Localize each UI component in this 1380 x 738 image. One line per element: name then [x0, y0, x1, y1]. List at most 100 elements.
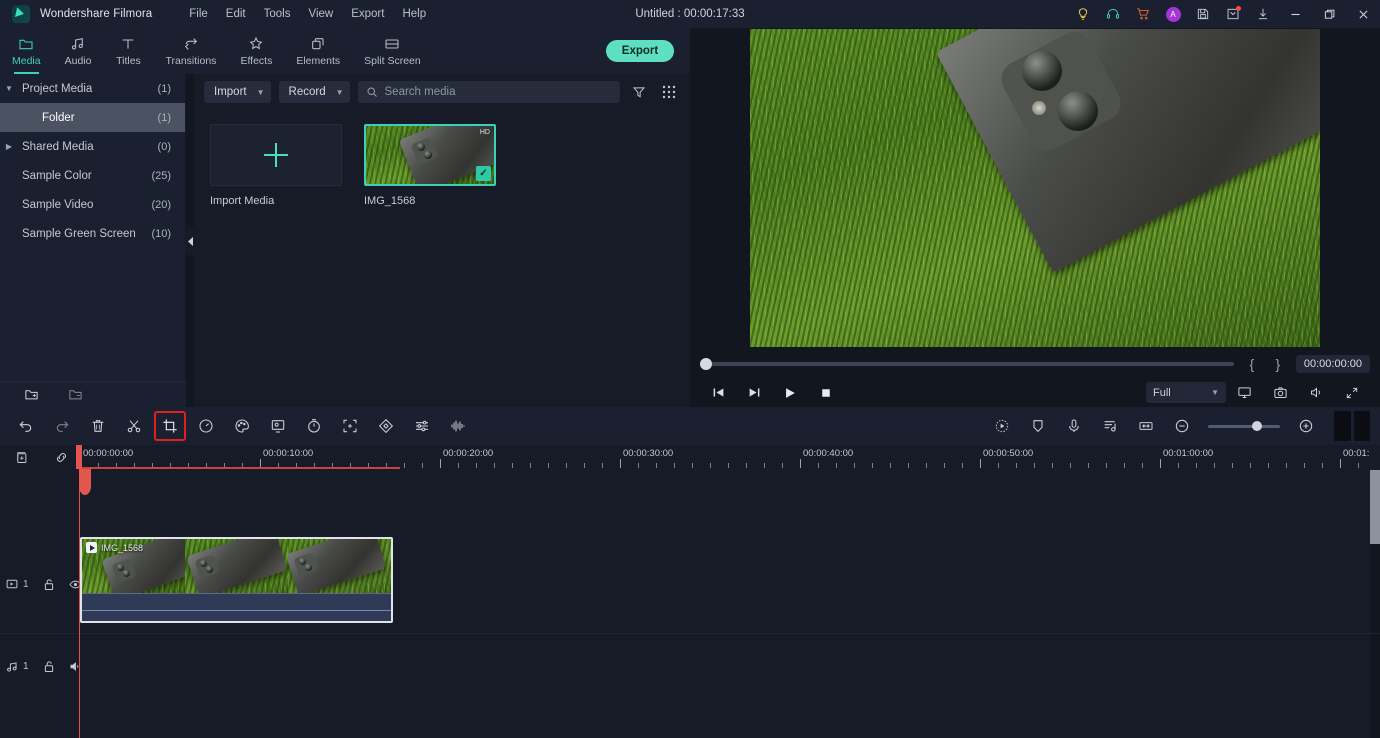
ruler-tick-minor [998, 463, 999, 468]
lightbulb-icon[interactable] [1068, 0, 1098, 28]
timeline-clip[interactable]: IMG_1568 [80, 537, 393, 623]
adjust-sliders-button[interactable] [406, 411, 438, 441]
search-input[interactable] [385, 86, 612, 98]
add-track-icon[interactable] [10, 447, 32, 469]
quality-select[interactable]: Full ▼ [1146, 382, 1226, 403]
timeline-scrollbar-thumb[interactable] [1370, 470, 1380, 544]
chevron-down-icon: ▼ [1211, 388, 1219, 397]
sidebar-collapse-handle[interactable] [186, 227, 194, 255]
ruler-tick-minor [1214, 463, 1215, 468]
chevron-down-icon[interactable]: ▼ [0, 84, 18, 93]
audio-waveform-button[interactable] [442, 411, 474, 441]
ruler-tick-minor [584, 463, 585, 468]
keyframe-button[interactable] [370, 411, 402, 441]
seek-handle[interactable] [700, 358, 712, 370]
export-button[interactable]: Export [606, 40, 674, 62]
next-frame-button[interactable] [736, 378, 772, 407]
cart-icon[interactable] [1128, 0, 1158, 28]
menu-item-export[interactable]: Export [342, 4, 393, 24]
close-button[interactable] [1346, 0, 1380, 28]
speed-button[interactable] [190, 411, 222, 441]
volume-icon[interactable] [1298, 378, 1334, 407]
play-button[interactable] [772, 378, 808, 407]
zoom-out-icon[interactable] [1166, 411, 1198, 441]
unlock-icon[interactable] [43, 660, 55, 673]
menu-item-file[interactable]: File [180, 4, 217, 24]
zoom-slider[interactable] [1208, 425, 1280, 428]
color-palette-button[interactable] [226, 411, 258, 441]
maximize-restore-button[interactable] [1312, 0, 1346, 28]
ruler-tick-minor [602, 463, 603, 468]
split-scissors-button[interactable] [118, 411, 150, 441]
tab-titles[interactable]: Titles [103, 28, 153, 74]
menu-item-tools[interactable]: Tools [255, 4, 300, 24]
chevron-right-icon[interactable]: ▶ [0, 142, 18, 151]
ruler-tick-minor [818, 463, 819, 468]
media-thumbnail[interactable]: HD ✓ [364, 124, 496, 186]
account-avatar[interactable]: A [1158, 0, 1188, 28]
zoom-slider-handle[interactable] [1252, 421, 1262, 431]
sidebar-bottom-toolbar [0, 381, 186, 407]
preview-timecode[interactable]: 00:00:00:00 [1296, 355, 1370, 373]
audio-track-header: 1 [0, 634, 80, 699]
undo-button[interactable] [10, 411, 42, 441]
menu-item-view[interactable]: View [299, 4, 342, 24]
sidebar-item-sample-video[interactable]: Sample Video (20) [0, 190, 185, 219]
tab-effects[interactable]: Effects [228, 28, 284, 74]
ruler-label: 00:00:30:00 [623, 448, 673, 459]
save-icon[interactable] [1188, 0, 1218, 28]
tab-split-screen[interactable]: Split Screen [352, 28, 433, 74]
playhead-handle[interactable] [79, 469, 91, 495]
seek-bar[interactable] [700, 362, 1234, 366]
video-preview[interactable] [750, 29, 1320, 347]
headset-icon[interactable] [1098, 0, 1128, 28]
voiceover-mic-button[interactable] [1058, 411, 1090, 441]
import-button[interactable]: Import ▼ [204, 81, 271, 103]
stabilization-button[interactable] [298, 411, 330, 441]
zoom-in-icon[interactable] [1290, 411, 1322, 441]
snapshot-camera-icon[interactable] [1262, 378, 1298, 407]
auto-reframe-button[interactable] [334, 411, 366, 441]
tab-elements[interactable]: Elements [284, 28, 352, 74]
tab-audio[interactable]: Audio [53, 28, 104, 74]
redo-button[interactable] [46, 411, 78, 441]
prev-frame-button[interactable] [700, 378, 736, 407]
download-icon[interactable] [1248, 0, 1278, 28]
grid-view-icon[interactable] [658, 81, 680, 103]
render-preview-button[interactable] [986, 411, 1018, 441]
audio-mixer-button[interactable] [1094, 411, 1126, 441]
remove-folder-icon[interactable] [64, 384, 86, 406]
crop-button[interactable] [154, 411, 186, 441]
plus-icon [264, 143, 288, 167]
stop-button[interactable] [808, 378, 844, 407]
screen-cast-icon[interactable] [1226, 378, 1262, 407]
funnel-filter-icon[interactable] [628, 81, 650, 103]
link-detach-icon[interactable] [50, 447, 72, 469]
fit-timeline-button[interactable] [1130, 411, 1162, 441]
search-media-box[interactable] [358, 81, 620, 103]
mark-out-button[interactable]: } [1270, 356, 1286, 372]
audio-track-icon: 1 [6, 661, 29, 673]
minimize-button[interactable] [1278, 0, 1312, 28]
marker-shield-button[interactable] [1022, 411, 1054, 441]
import-media-tile[interactable] [210, 124, 342, 186]
sidebar-item-folder[interactable]: Folder (1) [0, 103, 185, 132]
menu-item-edit[interactable]: Edit [217, 4, 255, 24]
sidebar-item-sample-color[interactable]: Sample Color (25) [0, 161, 185, 190]
unlock-icon[interactable] [43, 578, 55, 591]
sidebar-item-project-media[interactable]: ▼ Project Media (1) [0, 74, 185, 103]
green-screen-button[interactable] [262, 411, 294, 441]
mark-in-button[interactable]: { [1244, 356, 1260, 372]
media-item-caption: IMG_1568 [364, 195, 496, 207]
new-folder-icon[interactable] [20, 384, 42, 406]
ruler-tick-minor [476, 463, 477, 468]
tab-media[interactable]: Media [0, 28, 53, 74]
delete-button[interactable] [82, 411, 114, 441]
inbox-icon[interactable] [1218, 0, 1248, 28]
record-button[interactable]: Record ▼ [279, 81, 350, 103]
menu-item-help[interactable]: Help [393, 4, 435, 24]
sidebar-item-sample-green-screen[interactable]: Sample Green Screen (10) [0, 219, 185, 248]
fullscreen-icon[interactable] [1334, 378, 1370, 407]
tab-transitions[interactable]: Transitions [153, 28, 228, 74]
sidebar-item-shared-media[interactable]: ▶ Shared Media (0) [0, 132, 185, 161]
